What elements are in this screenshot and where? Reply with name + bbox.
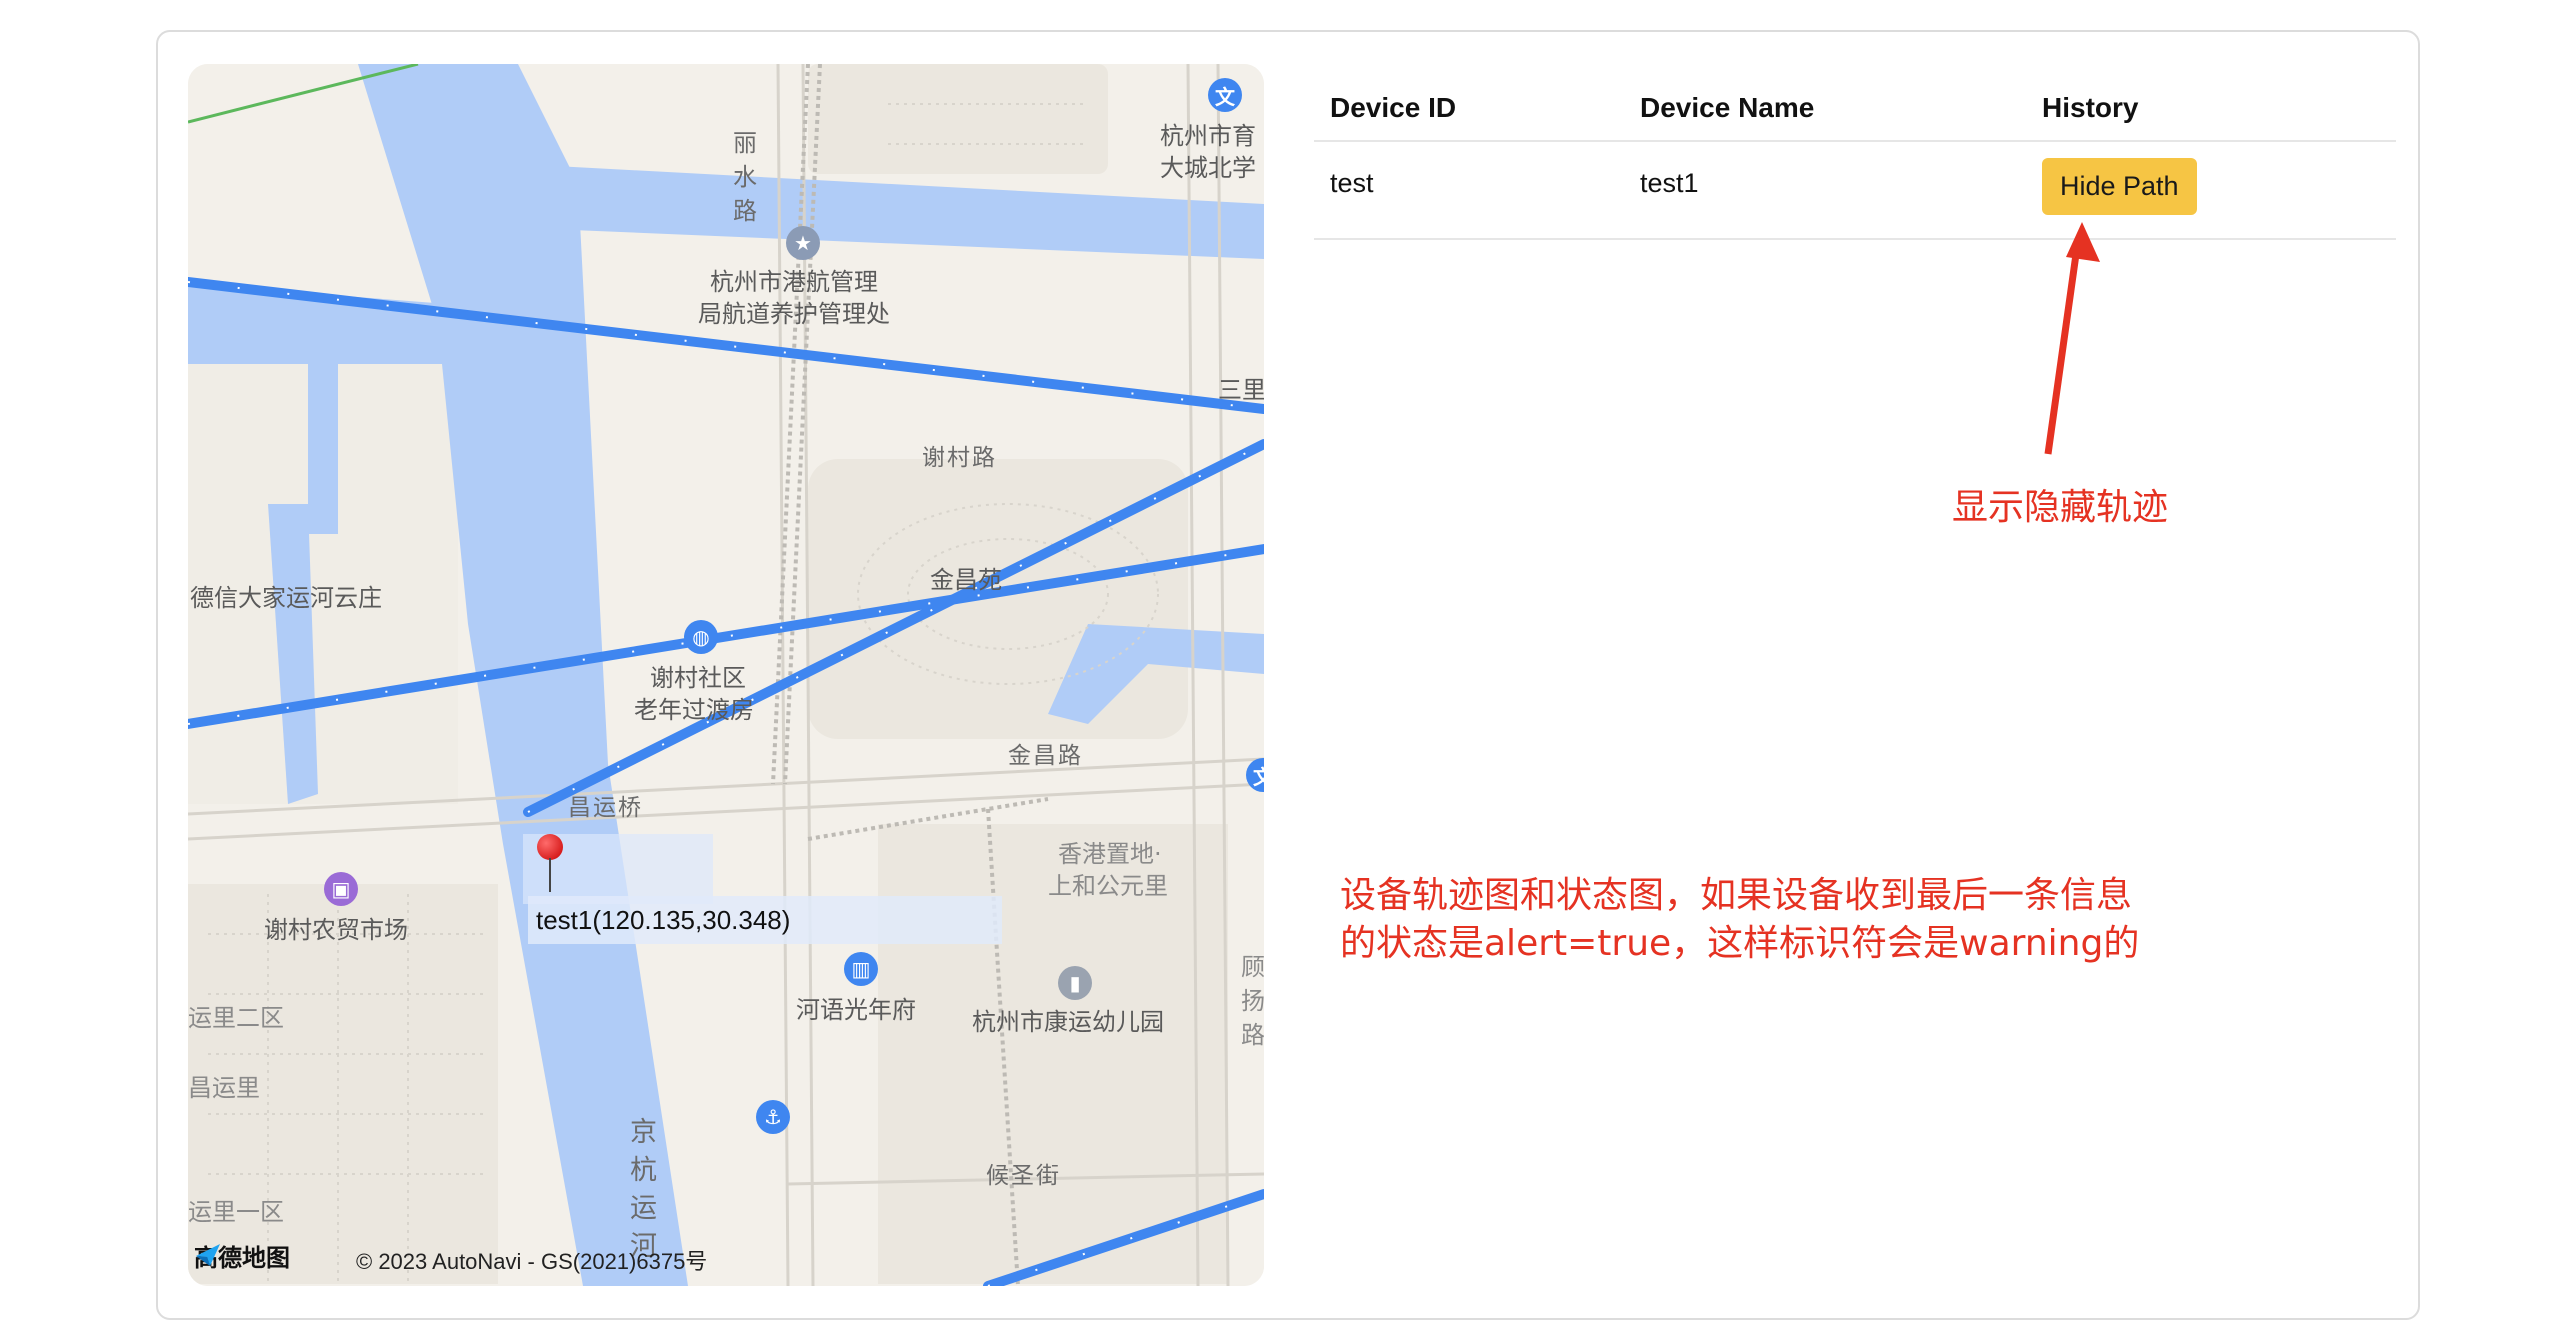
kindergarten-poi-icon[interactable]: ▮: [1058, 966, 1092, 1000]
star-poi-icon[interactable]: ★: [786, 226, 820, 260]
road-label: 昌运桥: [568, 795, 643, 821]
map-view[interactable]: ★ 文 ◍ ▣ ▥ ▮ ⚓ 文 杭州市港航管理 局航道养护管理处 杭州市育 大城…: [188, 64, 1264, 1286]
building-poi-icon[interactable]: ▥: [844, 952, 878, 986]
place-label: 大城北学: [1160, 154, 1256, 182]
column-header-device-id: Device ID: [1314, 76, 1624, 142]
device-table: Device ID Device Name History test test1…: [1314, 76, 2396, 240]
place-label: 上和公元里: [1048, 872, 1168, 900]
cell-device-name: test1: [1624, 141, 2026, 240]
market-poi-icon[interactable]: ▣: [324, 872, 358, 906]
map-copyright: © 2023 AutoNavi - GS(2021)6375号: [356, 1249, 708, 1274]
place-label: 杭州市港航管理: [710, 268, 878, 296]
marker-stem: [549, 858, 551, 892]
cell-device-id: test: [1314, 141, 1624, 240]
place-label: 金昌苑: [930, 566, 1002, 594]
place-label: 德信大家运河云庄: [190, 584, 382, 612]
place-label: 杭州市康运幼儿园: [972, 1008, 1164, 1036]
annotation-description-line2: 的状态是alert=true，这样标识符会是warning的: [1340, 923, 2140, 964]
column-header-history: History: [2026, 76, 2396, 142]
amap-logo[interactable]: 高德地图: [194, 1240, 290, 1272]
place-label: 杭州市育: [1160, 122, 1256, 150]
road-label-vertical: 丽水路: [733, 129, 757, 225]
place-label: 谢村社区: [650, 664, 746, 692]
school-poi-icon[interactable]: 文: [1208, 78, 1242, 112]
place-label: 运里一区: [188, 1198, 284, 1226]
table-header-row: Device ID Device Name History: [1314, 76, 2396, 142]
annotation-toggle-path: 显示隐藏轨迹: [1952, 487, 2169, 528]
table-row: test test1 Hide Path: [1314, 141, 2396, 240]
road-label: 谢村路: [922, 445, 997, 471]
annotation-arrow-icon: [2044, 222, 2100, 455]
road-label: 金昌路: [1008, 743, 1083, 769]
place-label: 香港置地·: [1058, 840, 1162, 868]
place-label: 三里: [1218, 376, 1264, 404]
column-header-device-name: Device Name: [1624, 76, 2026, 142]
road-label: 候圣街: [986, 1163, 1061, 1189]
place-label: 河语光年府: [796, 996, 916, 1024]
amap-logo-icon: [196, 1244, 220, 1266]
place-label: 昌运里: [188, 1074, 260, 1102]
place-label: 局航道养护管理处: [698, 300, 890, 328]
place-label: 谢村农贸市场: [264, 916, 408, 944]
place-label: 运里二区: [188, 1004, 284, 1032]
anchor-poi-icon[interactable]: ⚓: [756, 1100, 790, 1134]
hide-path-button[interactable]: Hide Path: [2042, 158, 2197, 215]
device-marker-icon[interactable]: [537, 834, 563, 860]
community-poi-icon[interactable]: ◍: [684, 620, 718, 654]
road-label-vertical: 顾 扬 路: [1241, 953, 1264, 1049]
place-label: 老年过渡房: [634, 696, 754, 724]
annotation-description-line1: 设备轨迹图和状态图，如果设备收到最后一条信息: [1340, 875, 2133, 916]
device-marker-label[interactable]: test1(120.135,30.348): [528, 896, 1002, 944]
